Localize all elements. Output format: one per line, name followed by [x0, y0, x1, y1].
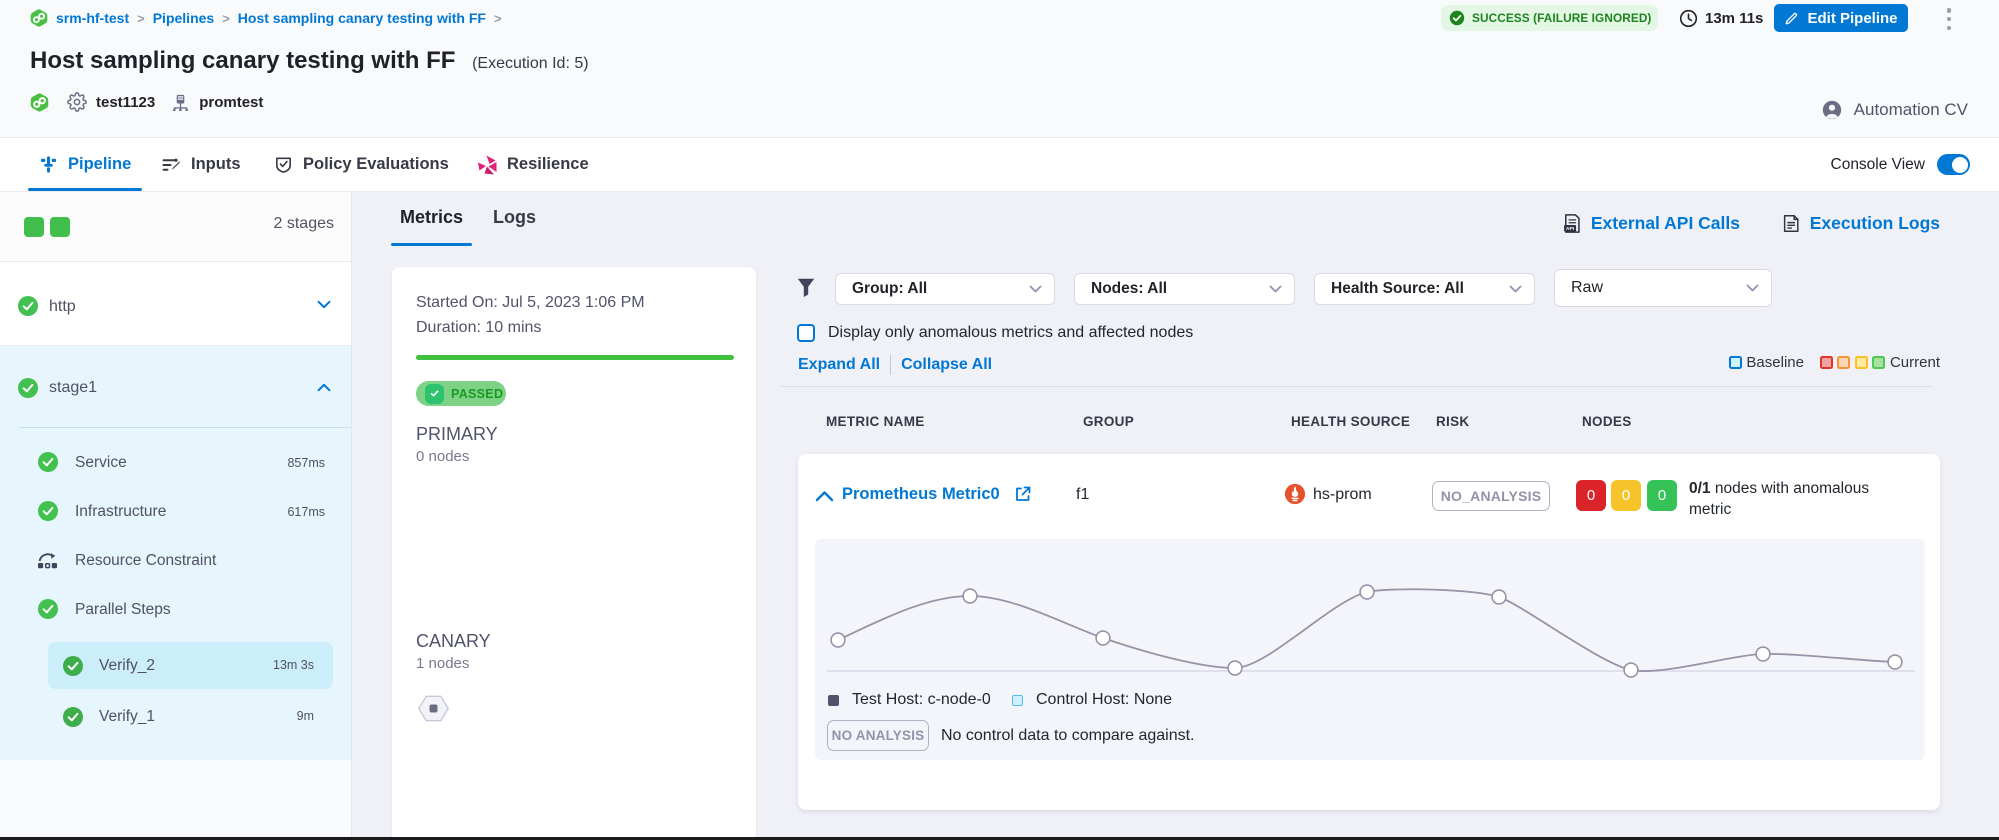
- svg-text:API: API: [1566, 226, 1575, 232]
